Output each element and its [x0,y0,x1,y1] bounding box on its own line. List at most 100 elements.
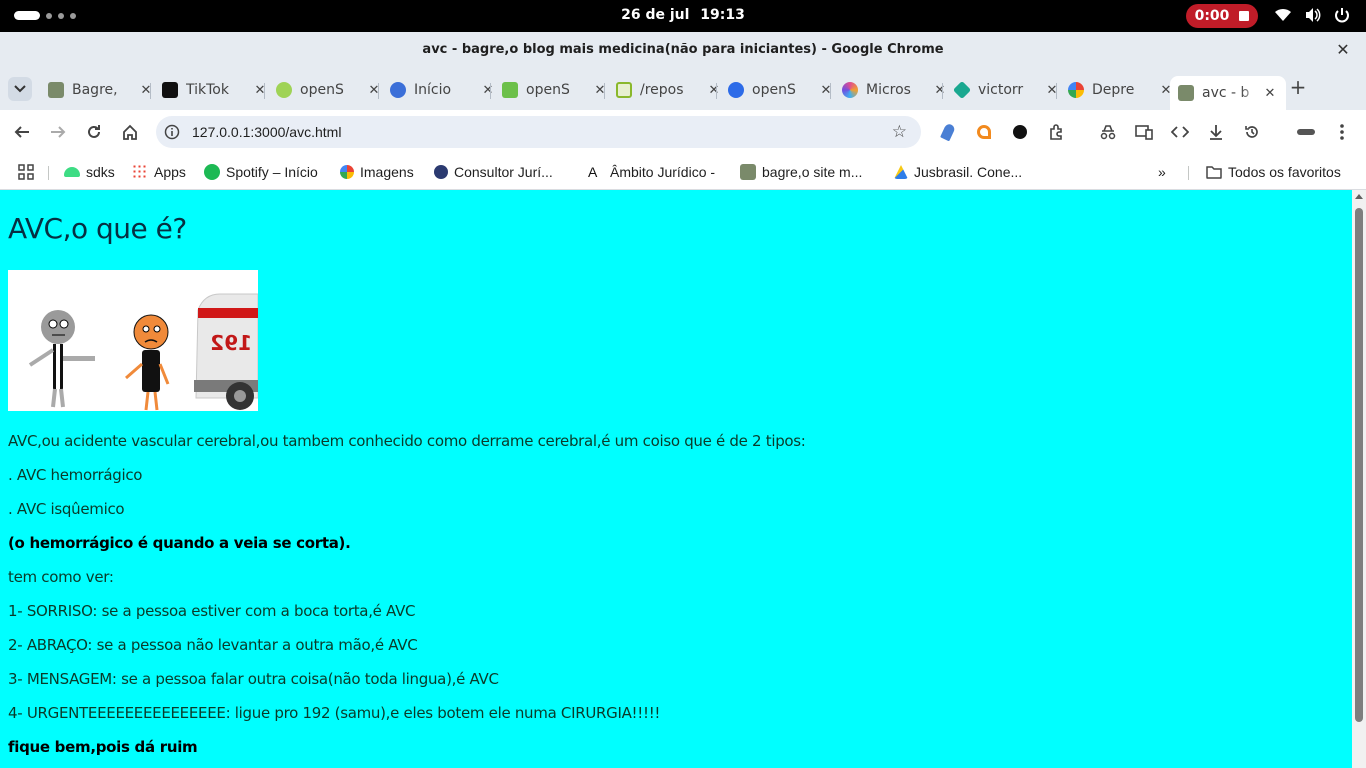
window-title: avc - bagre,o blog mais medicina(não par… [422,42,944,57]
url-text[interactable]: 127.0.0.1:3000/avc.html [192,124,341,140]
tab-separator [604,83,605,99]
close-icon[interactable]: ✕ [1262,86,1278,101]
apps-shortcut[interactable] [18,161,34,183]
kebab-menu-icon[interactable] [1332,122,1352,142]
bookmark-imagens[interactable]: Imagens [340,161,414,183]
bookmark-apps[interactable]: Apps [132,161,186,183]
new-tab-button[interactable]: + [1288,77,1308,98]
tab-opens-1[interactable]: openS ✕ [276,76,382,104]
tab-label: openS [526,82,570,98]
window-close-button[interactable]: ✕ [1332,39,1354,61]
extension-gnome-icon[interactable] [1010,122,1030,142]
all-favorites-folder[interactable]: Todos os favoritos [1206,161,1341,183]
home-button[interactable] [119,121,141,143]
bookmark-spotify[interactable]: Spotify – Início [204,161,318,183]
bookmark-label: bagre,o site m... [762,164,863,180]
tab-label: avc - b [1202,85,1250,101]
bookmark-star-icon[interactable]: ☆ [892,122,907,142]
reload-button[interactable] [83,121,105,143]
ambito-icon: A [588,164,598,180]
forward-button[interactable] [47,121,69,143]
back-button[interactable] [11,121,33,143]
tab-label: Depre [1092,82,1135,98]
apps-grid-icon [132,164,148,180]
victor-favicon [952,80,972,100]
extension-feather-icon[interactable] [938,122,958,142]
close-icon[interactable]: ✕ [1044,83,1060,98]
tab-search-button[interactable] [8,77,32,101]
bookmark-ambito[interactable]: A Âmbito Jurídico - [588,161,715,183]
bookmark-bagre[interactable]: bagre,o site m... [740,161,862,183]
address-bar[interactable]: 127.0.0.1:3000/avc.html ☆ [156,116,921,148]
history-icon[interactable] [1242,122,1262,142]
bookmark-sdks[interactable]: sdks [64,161,115,183]
bookmarks-bar: sdks Apps Spotify – Início Imagens Consu… [0,154,1366,190]
bookmark-jusbrasil[interactable]: Jusbrasil. Cone... [894,161,1022,183]
tab-label: victorr [978,82,1024,98]
bookmark-consultor[interactable]: Consultor Jurí... [434,161,553,183]
extensions-puzzle-icon[interactable] [1046,122,1066,142]
close-icon[interactable]: ✕ [138,83,154,98]
page-scrollbar[interactable] [1352,190,1366,768]
tab-avc-active[interactable]: avc - b ✕ [1170,76,1286,110]
power-icon [1335,8,1349,23]
tab-repos[interactable]: /repos ✕ [616,76,722,104]
bookmark-label: Consultor Jurí... [454,164,553,180]
bagre-favicon [740,164,756,180]
bookmarks-overflow-button[interactable]: » [1158,161,1166,183]
android-icon [64,167,80,177]
close-icon[interactable]: ✕ [932,83,948,98]
bookmark-label: Jusbrasil. Cone... [914,164,1023,180]
close-icon[interactable]: ✕ [366,83,382,98]
google-favicon [1068,82,1084,98]
close-icon[interactable]: ✕ [252,83,268,98]
page-content: AVC,o que é? 192 AVC,ou acidente vascula… [0,190,1352,768]
window-title-bar[interactable]: avc - bagre,o blog mais medicina(não par… [0,32,1366,68]
tab-depre[interactable]: Depre ✕ [1068,76,1174,104]
close-icon[interactable]: ✕ [818,83,834,98]
cast-devices-icon[interactable] [1134,122,1154,142]
site-info-icon[interactable] [164,124,180,140]
tab-tiktok[interactable]: TikTok ✕ [162,76,268,104]
tab-inicio[interactable]: Início ✕ [390,76,496,104]
scroll-up-arrow-icon[interactable] [1355,194,1363,199]
incognito-icon[interactable] [1098,122,1118,142]
extension-orange-icon[interactable] [974,122,994,142]
screen-recording-indicator[interactable]: 0:00 [1186,4,1258,28]
tab-microsoft[interactable]: Micros ✕ [842,76,948,104]
bookmark-label: sdks [86,164,115,180]
tab-victor[interactable]: victorr ✕ [952,76,1060,104]
clock[interactable]: 26 de jul 19:13 [0,7,1366,23]
tab-bagre[interactable]: Bagre, ✕ [48,76,154,104]
profile-icon[interactable] [1296,122,1316,142]
closing-text: fique bem,pois dá ruim [8,738,198,756]
opens-favicon [728,82,744,98]
tab-label: Bagre, [72,82,118,98]
avc-illustration: 192 [8,270,258,411]
tab-separator [830,83,831,99]
step-urgente: 4- URGENTEEEEEEEEEEEEEEE: ligue pro 192 … [8,704,661,722]
tab-opens-2[interactable]: openS ✕ [502,76,608,104]
grid-icon [18,164,34,180]
download-icon[interactable] [1206,122,1226,142]
bookmark-label: Todos os favoritos [1228,164,1341,180]
code-icon[interactable] [1170,122,1190,142]
close-icon[interactable]: ✕ [592,83,608,98]
tab-label: TikTok [186,82,229,98]
system-tray[interactable] [1274,7,1350,23]
clock-date: 26 de jul [621,7,690,23]
intro-paragraph: AVC,ou acidente vascular cerebral,ou tam… [8,432,806,450]
scrollbar-thumb[interactable] [1355,208,1363,722]
close-icon[interactable]: ✕ [706,83,722,98]
bookmark-label: Imagens [360,164,414,180]
step-sorriso: 1- SORRISO: se a pessoa estiver com a bo… [8,602,416,620]
bookmark-label: Âmbito Jurídico - [610,164,716,180]
close-icon[interactable]: ✕ [480,83,496,98]
folder-icon [1206,166,1222,179]
tab-label: /repos [640,82,684,98]
spotify-icon [204,164,220,180]
opens-favicon [502,82,518,98]
tab-separator [378,83,379,99]
home-icon [123,124,137,140]
tab-opens-3[interactable]: openS ✕ [728,76,834,104]
